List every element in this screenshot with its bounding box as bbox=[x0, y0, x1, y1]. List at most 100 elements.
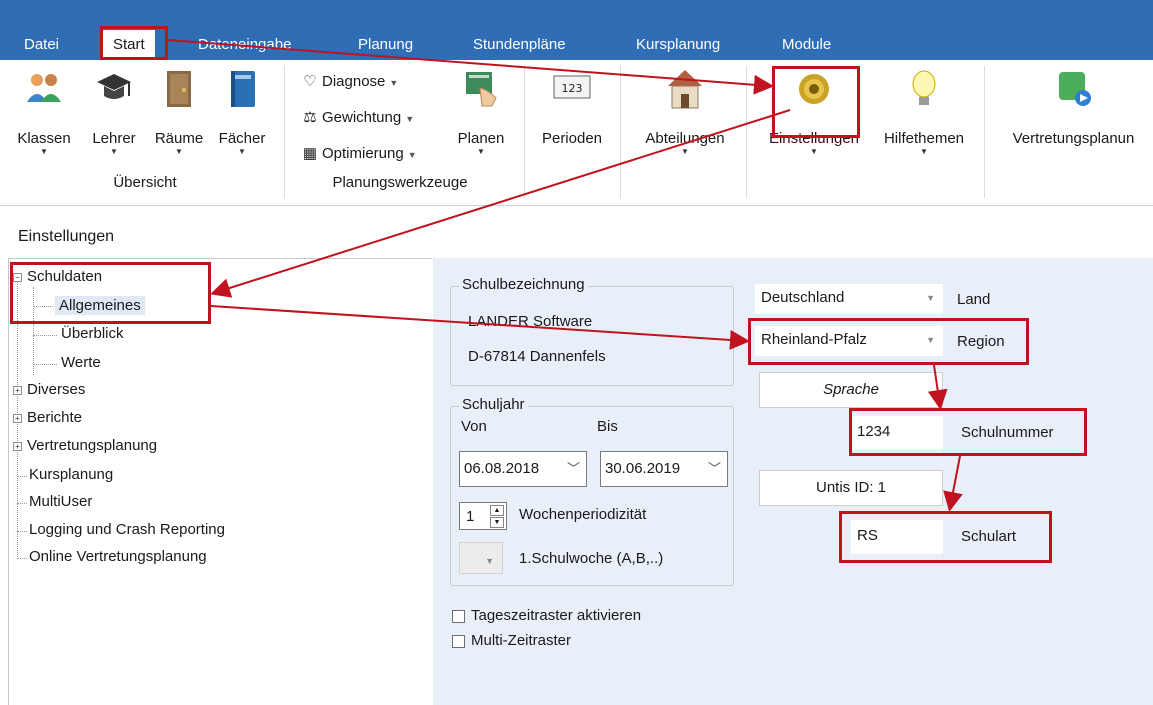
door-icon bbox=[167, 71, 191, 107]
expand-icon[interactable]: + bbox=[13, 386, 22, 395]
settings-panel: Schulbezeichnung LANDER Software D-67814… bbox=[433, 258, 1153, 705]
tree-line bbox=[33, 335, 57, 336]
tab-start[interactable]: Start bbox=[103, 30, 155, 60]
klassen-button[interactable]: Klassen ▼ bbox=[10, 68, 78, 156]
separator bbox=[620, 66, 621, 198]
substitute-icon bbox=[1058, 72, 1091, 106]
tree-item-kursplanung[interactable]: Kursplanung bbox=[29, 466, 113, 483]
tree-item-werte[interactable]: Werte bbox=[61, 354, 101, 371]
wochenperiodizitaet-spinner[interactable]: 1 ▲ ▼ bbox=[459, 502, 507, 530]
wochenperiodizitaet-label: Wochenperiodizität bbox=[519, 506, 647, 523]
sprache-button[interactable]: Sprache bbox=[759, 372, 943, 408]
separator bbox=[746, 66, 747, 198]
schulnummer-label: Schulnummer bbox=[961, 424, 1054, 441]
spin-up-icon[interactable]: ▲ bbox=[490, 505, 504, 516]
region-select[interactable]: Rheinland-Pfalz ▼ bbox=[755, 326, 943, 356]
tree-item-multiuser[interactable]: MultiUser bbox=[29, 493, 92, 510]
building-icon bbox=[668, 70, 702, 109]
gewichtung-button[interactable]: ⚖ Gewichtung ▼ bbox=[300, 106, 414, 130]
lehrer-button[interactable]: Lehrer ▼ bbox=[83, 68, 145, 156]
schulart-input[interactable]: RS bbox=[851, 520, 943, 554]
diagnose-button[interactable]: ♡ Diagnose ▼ bbox=[300, 70, 398, 94]
tree-item-allgemeines[interactable]: Allgemeines bbox=[55, 296, 145, 315]
book-icon bbox=[231, 71, 255, 107]
land-select[interactable]: Deutschland ▼ bbox=[755, 284, 943, 314]
tree-line bbox=[33, 287, 34, 375]
group-label-uebersicht: Übersicht bbox=[113, 174, 177, 191]
tab-module[interactable]: Module bbox=[772, 30, 841, 60]
perioden-button[interactable]: 123 Perioden bbox=[530, 68, 614, 147]
graduation-cap-icon bbox=[97, 74, 131, 99]
tree-item-ueberblick[interactable]: Überblick bbox=[61, 325, 124, 342]
tree-line bbox=[17, 531, 27, 532]
tree-item-schuldaten[interactable]: Schuldaten bbox=[27, 268, 102, 285]
faecher-button[interactable]: Fächer ▼ bbox=[213, 68, 271, 156]
tree-line bbox=[33, 364, 57, 365]
tree-line bbox=[33, 306, 53, 307]
tree-item-berichte[interactable]: Berichte bbox=[27, 409, 82, 426]
chevron-down-icon: ▼ bbox=[926, 293, 935, 303]
planen-button[interactable]: Planen ▼ bbox=[452, 68, 510, 156]
tree-line bbox=[17, 558, 27, 559]
lightbulb-icon bbox=[912, 70, 936, 105]
ribbon-tab-bar: Datei Start Dateneingabe Planung Stunden… bbox=[0, 0, 1153, 60]
tab-planung[interactable]: Planung bbox=[348, 30, 423, 60]
von-label: Von bbox=[461, 418, 487, 435]
schulwoche-select[interactable]: ▼ bbox=[459, 542, 503, 574]
bis-date-picker[interactable]: 30.06.2019 ﹀ bbox=[600, 451, 728, 487]
separator bbox=[984, 66, 985, 198]
raeume-button[interactable]: Räume ▼ bbox=[148, 68, 210, 156]
vertretungsplanung-button[interactable]: Vertretungsplanun bbox=[996, 68, 1151, 147]
stethoscope-icon: ♡ bbox=[303, 73, 317, 90]
tageszeitraster-checkbox[interactable] bbox=[452, 610, 465, 623]
chevron-down-icon: ﹀ bbox=[707, 461, 721, 476]
scale-icon: ⚖ bbox=[303, 109, 317, 126]
tree-item-logging[interactable]: Logging und Crash Reporting bbox=[29, 521, 225, 538]
schulart-label: Schulart bbox=[961, 528, 1017, 545]
page-title: Einstellungen bbox=[18, 228, 115, 245]
gear-icon bbox=[799, 74, 829, 104]
tree-line bbox=[17, 476, 27, 477]
tree-item-diverses[interactable]: Diverses bbox=[27, 381, 85, 398]
untis-id-button[interactable]: Untis ID: 1 bbox=[759, 470, 943, 506]
separator bbox=[284, 66, 285, 198]
chevron-down-icon: ▼ bbox=[485, 556, 494, 566]
tab-stundenplaene[interactable]: Stundenpläne bbox=[463, 30, 576, 60]
von-date-picker[interactable]: 06.08.2018 ﹀ bbox=[459, 451, 587, 487]
expand-icon[interactable]: + bbox=[13, 442, 22, 451]
land-label: Land bbox=[957, 291, 991, 308]
tree-item-online-vertretungsplanung[interactable]: Online Vertretungsplanung bbox=[29, 548, 207, 565]
schulnummer-input[interactable]: 1234 bbox=[851, 416, 943, 450]
tab-kursplanung[interactable]: Kursplanung bbox=[626, 30, 730, 60]
schulbezeichnung-group bbox=[450, 286, 734, 386]
hand-board-icon bbox=[466, 72, 497, 107]
optimierung-button[interactable]: ▦ Optimierung ▼ bbox=[300, 142, 417, 166]
people-icon bbox=[27, 74, 61, 102]
multi-zeitraster-label: Multi-Zeitraster bbox=[471, 632, 572, 649]
abteilungen-button[interactable]: Abteilungen ▼ bbox=[630, 68, 740, 156]
ribbon: Klassen ▼ Lehrer ▼ Räume ▼ Fächer ▼ Übersich… bbox=[0, 60, 1153, 206]
tageszeitraster-label: Tageszeitraster aktivieren bbox=[471, 607, 642, 624]
tab-datei[interactable]: Datei bbox=[14, 30, 69, 60]
collapse-icon[interactable]: − bbox=[13, 273, 22, 282]
school-name[interactable]: LANDER Software bbox=[468, 313, 592, 330]
schuljahr-title: Schuljahr bbox=[459, 396, 528, 413]
calendar-123-icon: 123 bbox=[553, 75, 591, 99]
einstellungen-button[interactable]: Einstellungen ▼ bbox=[758, 68, 870, 156]
svg-text:123: 123 bbox=[562, 82, 583, 95]
schulbezeichnung-title: Schulbezeichnung bbox=[459, 276, 588, 293]
tree-item-vertretungsplanung[interactable]: Vertretungsplanung bbox=[27, 437, 157, 454]
expand-icon[interactable]: + bbox=[13, 414, 22, 423]
tab-dateneingabe[interactable]: Dateneingabe bbox=[188, 30, 301, 60]
calculator-icon: ▦ bbox=[302, 145, 318, 162]
chevron-down-icon: ▼ bbox=[926, 335, 935, 345]
school-address[interactable]: D-67814 Dannenfels bbox=[468, 348, 606, 365]
multi-zeitraster-checkbox[interactable] bbox=[452, 635, 465, 648]
region-label: Region bbox=[957, 333, 1005, 350]
settings-tree: − Schuldaten Allgemeines Überblick Werte… bbox=[8, 258, 432, 705]
tree-line bbox=[17, 503, 27, 504]
spin-down-icon[interactable]: ▼ bbox=[490, 517, 504, 528]
bis-label: Bis bbox=[597, 418, 618, 435]
hilfethemen-button[interactable]: Hilfethemen ▼ bbox=[874, 68, 974, 156]
separator bbox=[524, 66, 525, 198]
